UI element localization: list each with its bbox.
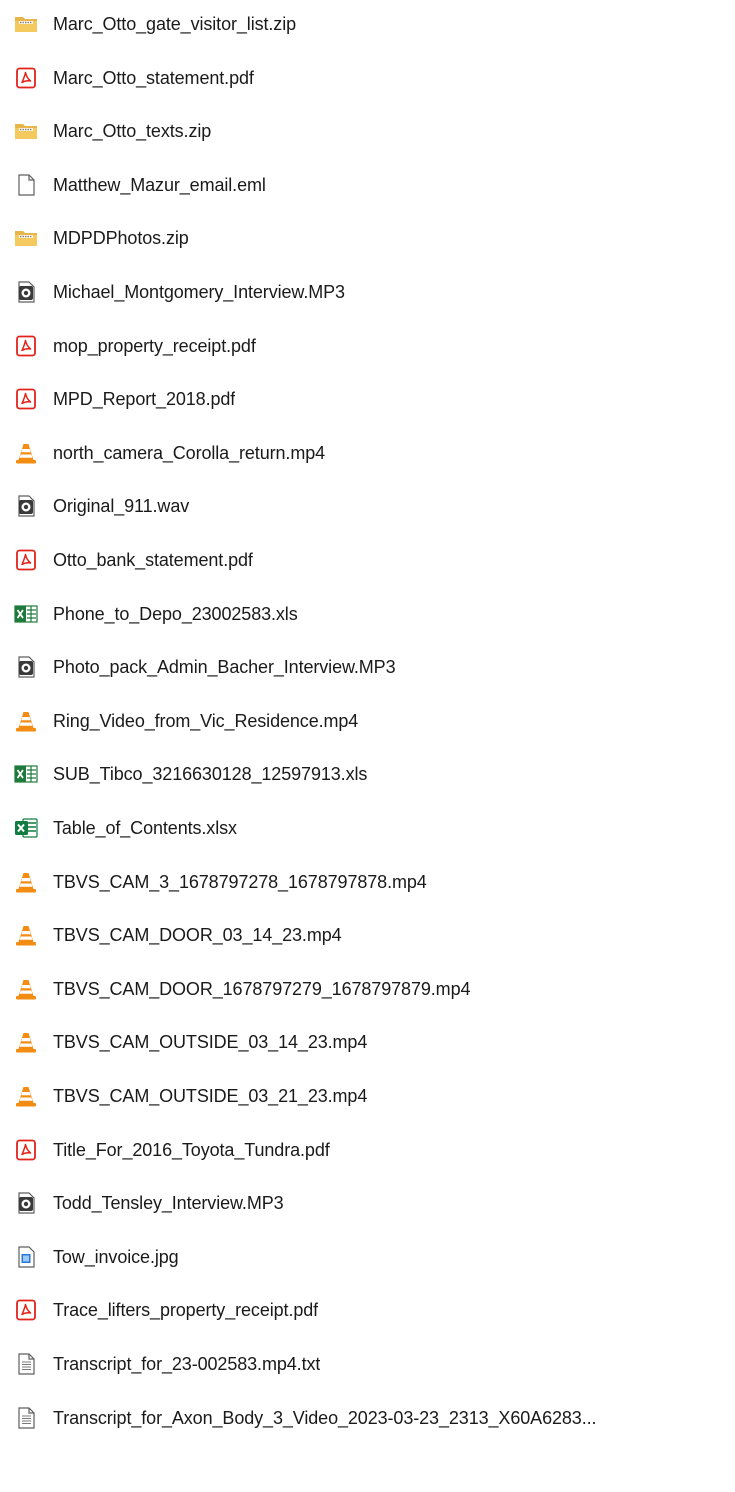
file-row[interactable]: mop_property_receipt.pdf [14, 328, 729, 364]
file-name: Original_911.wav [53, 496, 190, 517]
file-name: TBVS_CAM_OUTSIDE_03_14_23.mp4 [53, 1032, 368, 1053]
audio-file-icon [14, 280, 38, 304]
zip-folder-icon [14, 226, 38, 250]
file-name: Otto_bank_statement.pdf [53, 550, 253, 570]
file-name: Table_of_Contents.xlsx [53, 818, 237, 838]
file-row[interactable]: Title_For_2016_Toyota_Tundra.pdf [14, 1132, 729, 1168]
file-row[interactable]: Phone_to_Depo_23002583.xls [14, 596, 729, 632]
vlc-cone-icon [14, 977, 38, 1001]
file-name: Trace_lifters_property_receipt.pdf [53, 1300, 319, 1321]
file-name: TBVS_CAM_3_1678797278_1678797878.mp4 [53, 871, 427, 892]
file-name: Marc_Otto_gate_visitor_list.zip [53, 14, 297, 34]
file-row[interactable]: MDPDPhotos.zip [14, 220, 729, 256]
file-name: SUB_Tibco_3216630128_12597913.xls [53, 764, 368, 785]
file-row[interactable]: TBVS_CAM_DOOR_1678797279_1678797879.mp4 [14, 971, 729, 1007]
file-name: Todd_Tensley_Interview.MP3 [53, 1193, 284, 1214]
file-name: mop_property_receipt.pdf [53, 335, 256, 356]
file-name: Transcript_for_23-002583.mp4.txt [53, 1354, 321, 1374]
file-row[interactable]: Transcript_for_Axon_Body_3_Video_2023-03… [14, 1400, 729, 1436]
file-row[interactable]: Original_911.wav [14, 488, 729, 524]
file-name: TBVS_CAM_DOOR_03_14_23.mp4 [53, 925, 342, 946]
file-row[interactable]: Tow_invoice.jpg [14, 1239, 729, 1275]
file-name: TBVS_CAM_DOOR_1678797279_1678797879.mp4 [53, 978, 471, 999]
file-row[interactable]: Marc_Otto_gate_visitor_list.zip [14, 6, 729, 42]
file-row[interactable]: Matthew_Mazur_email.eml [14, 167, 729, 203]
file-name: Matthew_Mazur_email.eml [53, 174, 266, 195]
file-row[interactable]: Transcript_for_23-002583.mp4.txt [14, 1346, 729, 1382]
file-row[interactable]: north_camera_Corolla_return.mp4 [14, 435, 729, 471]
file-row[interactable]: TBVS_CAM_OUTSIDE_03_21_23.mp4 [14, 1078, 729, 1114]
file-row[interactable]: SUB_Tibco_3216630128_12597913.xls [14, 756, 729, 792]
audio-file-icon [14, 655, 38, 679]
file-name: Transcript_for_Axon_Body_3_Video_2023-03… [53, 1407, 597, 1428]
file-row[interactable]: Table_of_Contents.xlsx [14, 810, 729, 846]
vlc-cone-icon [14, 923, 38, 947]
pdf-icon [14, 548, 38, 572]
file-row[interactable]: MPD_Report_2018.pdf [14, 381, 729, 417]
file-name: Phone_to_Depo_23002583.xls [53, 603, 298, 624]
file-row[interactable]: Ring_Video_from_Vic_Residence.mp4 [14, 703, 729, 739]
file-name: MPD_Report_2018.pdf [53, 389, 236, 410]
vlc-cone-icon [14, 1030, 38, 1054]
file-name: north_camera_Corolla_return.mp4 [53, 442, 326, 463]
file-row[interactable]: Michael_Montgomery_Interview.MP3 [14, 274, 729, 310]
file-row[interactable]: Trace_lifters_property_receipt.pdf [14, 1292, 729, 1328]
audio-file-icon [14, 494, 38, 518]
pdf-icon [14, 387, 38, 411]
excel-legacy-icon [14, 602, 38, 626]
file-row[interactable]: TBVS_CAM_DOOR_03_14_23.mp4 [14, 917, 729, 953]
blank-file-icon [14, 173, 38, 197]
file-name: Photo_pack_Admin_Bacher_Interview.MP3 [53, 657, 396, 678]
vlc-cone-icon [14, 870, 38, 894]
pdf-icon [14, 334, 38, 358]
file-list: Marc_Otto_gate_visitor_list.zip Marc_Ott… [0, 0, 735, 1492]
file-name: Ring_Video_from_Vic_Residence.mp4 [53, 710, 359, 731]
zip-folder-icon [14, 119, 38, 143]
file-name: Michael_Montgomery_Interview.MP3 [53, 282, 345, 302]
pdf-icon [14, 1138, 38, 1162]
file-row[interactable]: Marc_Otto_texts.zip [14, 113, 729, 149]
excel-legacy-icon [14, 762, 38, 786]
file-row[interactable]: TBVS_CAM_OUTSIDE_03_14_23.mp4 [14, 1024, 729, 1060]
pdf-icon [14, 66, 38, 90]
file-name: TBVS_CAM_OUTSIDE_03_21_23.mp4 [53, 1086, 368, 1106]
file-row[interactable]: Todd_Tensley_Interview.MP3 [14, 1185, 729, 1221]
vlc-cone-icon [14, 1084, 38, 1108]
file-row[interactable]: Otto_bank_statement.pdf [14, 542, 729, 578]
file-name: Marc_Otto_statement.pdf [53, 67, 254, 88]
image-file-icon [14, 1245, 38, 1269]
excel-icon [14, 816, 38, 840]
file-row[interactable]: Photo_pack_Admin_Bacher_Interview.MP3 [14, 649, 729, 685]
vlc-cone-icon [14, 441, 38, 465]
file-name: Title_For_2016_Toyota_Tundra.pdf [53, 1139, 330, 1160]
zip-folder-icon [14, 12, 38, 36]
text-file-icon [14, 1406, 38, 1430]
file-name: Tow_invoice.jpg [53, 1246, 179, 1267]
pdf-icon [14, 1298, 38, 1322]
file-name: MDPDPhotos.zip [53, 228, 189, 249]
text-file-icon [14, 1352, 38, 1376]
vlc-cone-icon [14, 709, 38, 733]
file-name: Marc_Otto_texts.zip [53, 121, 212, 142]
file-row[interactable]: Marc_Otto_statement.pdf [14, 60, 729, 96]
audio-file-icon [14, 1191, 38, 1215]
file-row[interactable]: TBVS_CAM_3_1678797278_1678797878.mp4 [14, 864, 729, 900]
